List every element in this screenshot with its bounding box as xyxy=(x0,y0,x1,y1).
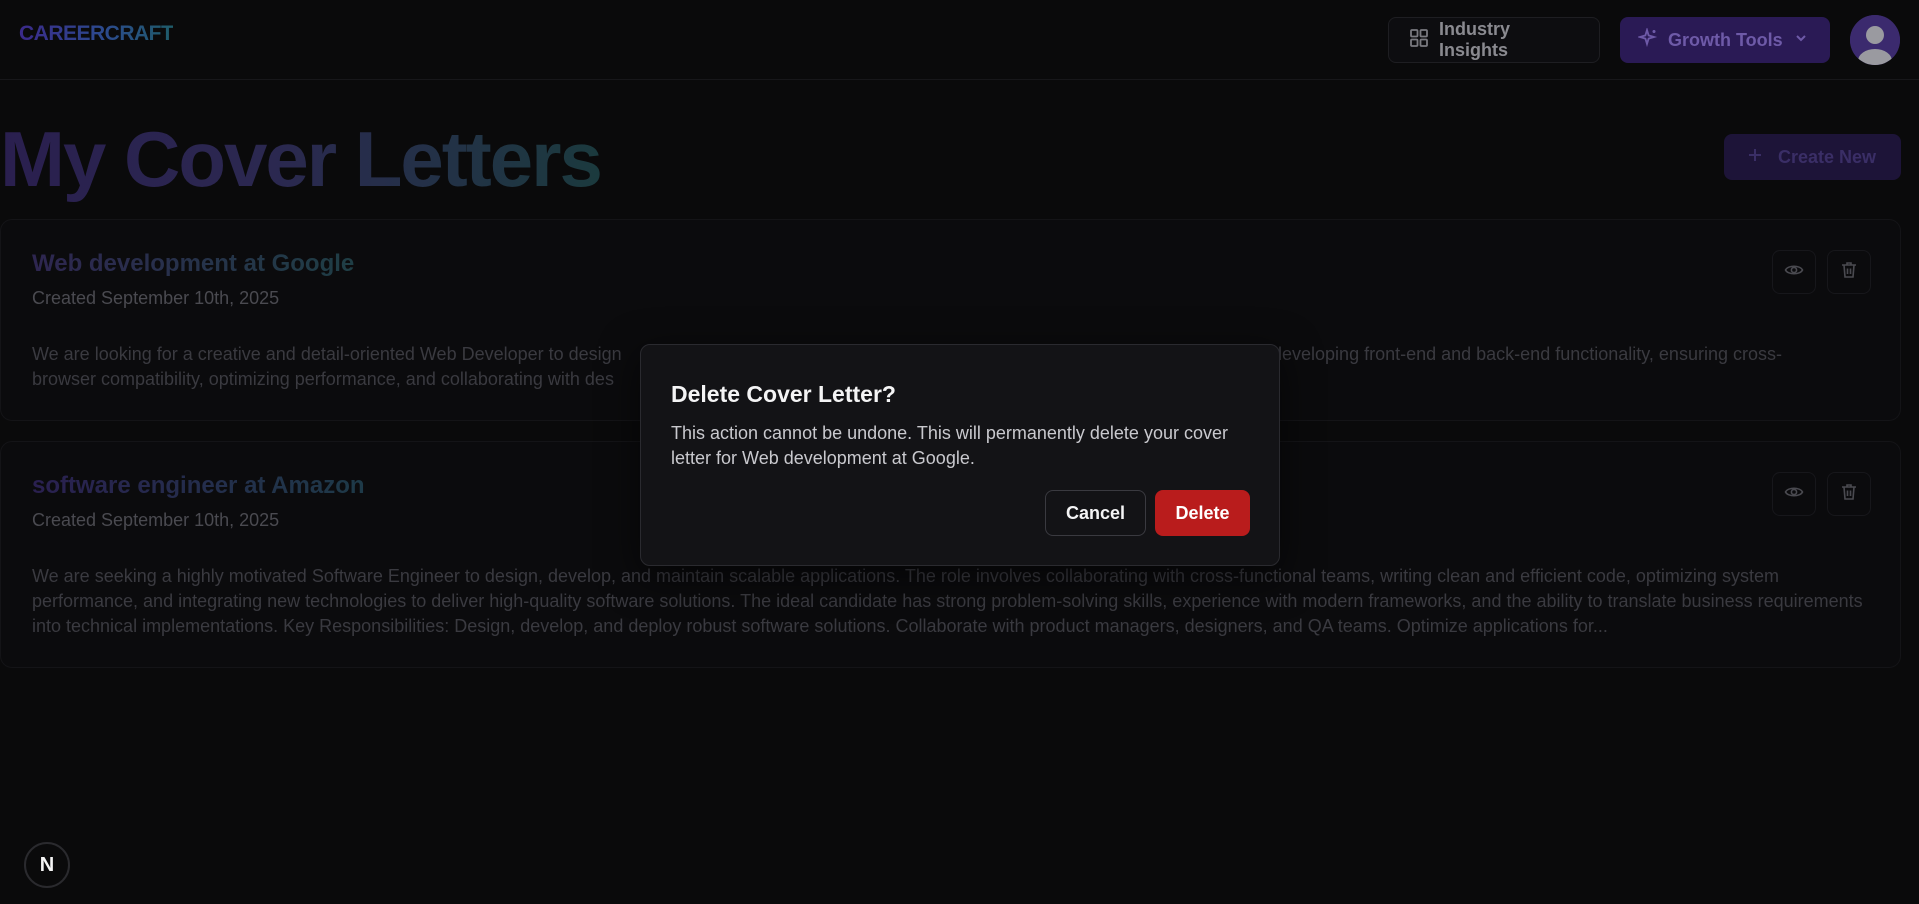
delete-confirm-dialog: Delete Cover Letter? This action cannot … xyxy=(640,344,1280,566)
page: CAREERCRAFT Industry Insights Growth Too… xyxy=(0,0,1919,904)
nextjs-badge[interactable]: N xyxy=(24,842,70,888)
cancel-button[interactable]: Cancel xyxy=(1045,490,1146,536)
delete-button[interactable]: Delete xyxy=(1155,490,1250,536)
dialog-description: This action cannot be undone. This will … xyxy=(671,423,1228,468)
dialog-title: Delete Cover Letter? xyxy=(671,381,896,407)
